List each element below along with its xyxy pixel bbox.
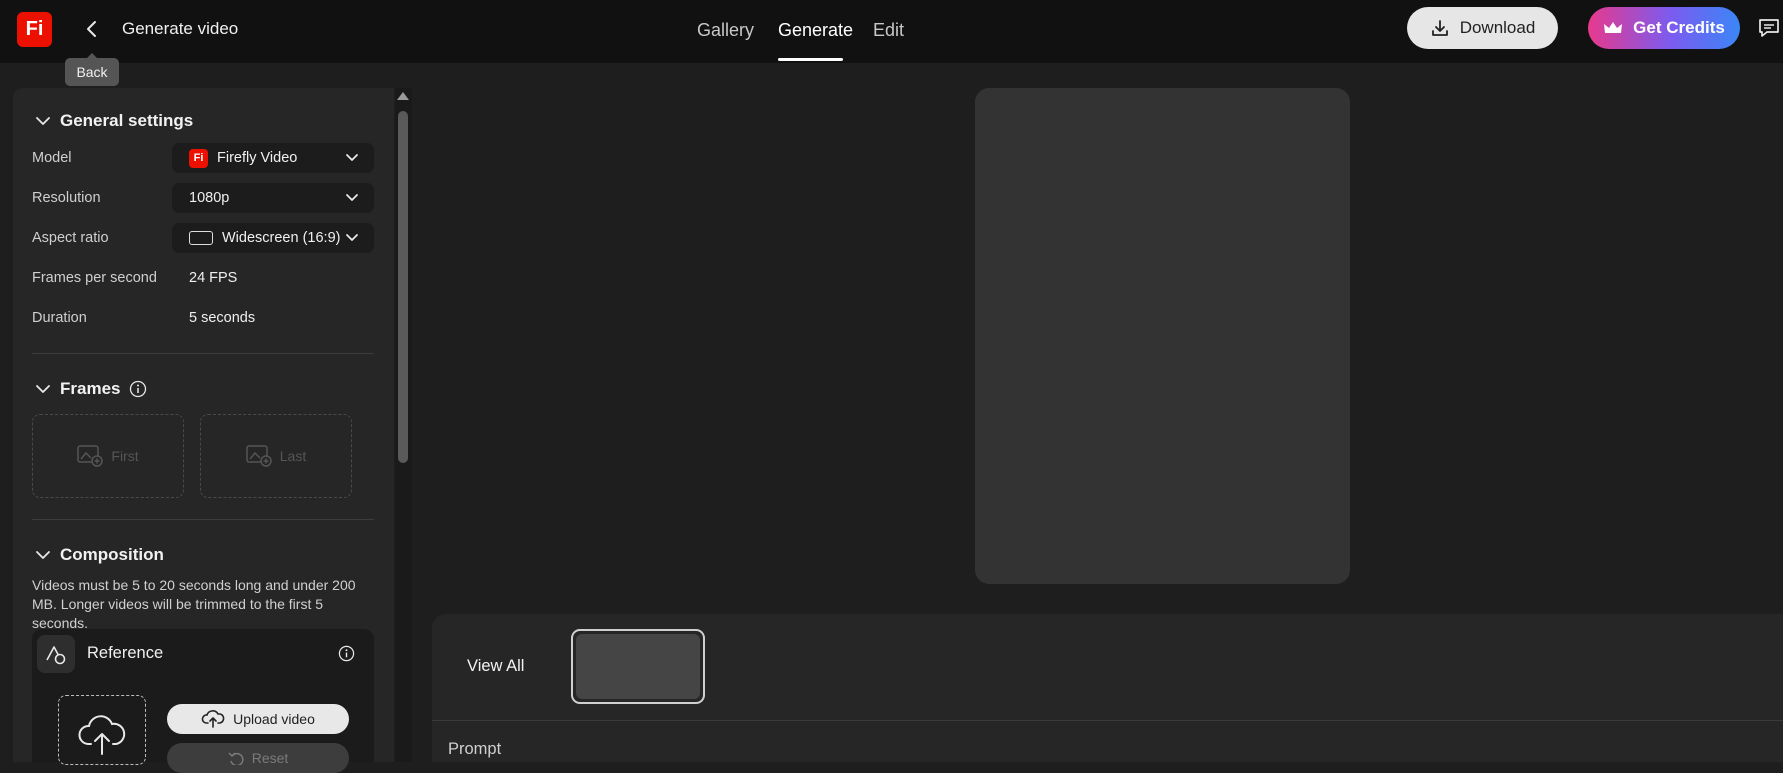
add-image-icon: [246, 445, 272, 467]
chevron-down-icon: [346, 234, 358, 241]
resolution-value: 1080p: [189, 190, 230, 206]
composition-title: Composition: [60, 545, 164, 564]
download-label: Download: [1459, 18, 1536, 37]
scrollbar-thumb[interactable]: [398, 111, 408, 463]
reset-button[interactable]: Reset: [167, 743, 349, 773]
general-settings-title: General settings: [60, 111, 194, 130]
shapes-icon: [46, 646, 66, 665]
upload-video-label: Upload video: [233, 711, 315, 727]
back-button[interactable]: [80, 17, 104, 41]
view-all-link[interactable]: View All: [467, 657, 524, 676]
video-upload-dropzone[interactable]: [58, 695, 146, 765]
reference-icon-box: [37, 635, 75, 673]
upload-video-button[interactable]: Upload video: [167, 704, 349, 734]
frames-header[interactable]: Frames: [35, 379, 147, 399]
undo-icon: [228, 752, 244, 765]
tab-edit[interactable]: Edit: [873, 20, 904, 41]
duration-value: 5 seconds: [189, 310, 256, 326]
chevron-down-icon: [36, 117, 50, 125]
first-frame-label: First: [111, 448, 139, 464]
tab-generate[interactable]: Generate: [778, 20, 853, 41]
reference-title: Reference: [87, 644, 164, 662]
page-title: Generate video: [122, 19, 239, 38]
model-select[interactable]: Fi Firefly Video: [172, 143, 374, 173]
fps-label: Frames per second: [32, 270, 157, 286]
last-frame-label: Last: [279, 448, 307, 464]
info-icon[interactable]: [129, 380, 147, 398]
resolution-select[interactable]: 1080p: [172, 183, 374, 213]
cloud-upload-icon: [201, 710, 225, 728]
download-icon: [1431, 20, 1448, 36]
widescreen-icon: [189, 231, 213, 245]
back-tooltip: Back: [65, 53, 119, 86]
firefly-logo[interactable]: Fi: [17, 12, 52, 47]
chevron-down-icon: [36, 551, 50, 559]
thumbnail-image: [576, 634, 700, 699]
aspect-ratio-label: Aspect ratio: [32, 230, 109, 246]
video-preview-placeholder: [975, 88, 1350, 584]
chevron-down-icon: [346, 194, 358, 201]
model-label: Model: [32, 150, 72, 166]
generation-thumbnail[interactable]: [571, 629, 705, 704]
composition-description: Videos must be 5 to 20 seconds long and …: [32, 577, 356, 631]
section-divider: [32, 353, 374, 354]
reset-label: Reset: [251, 750, 289, 766]
info-icon[interactable]: [338, 645, 355, 662]
active-tab-indicator: [778, 58, 843, 61]
bottom-divider: [432, 720, 1783, 721]
chevron-down-icon: [36, 385, 50, 393]
cloud-upload-icon: [78, 715, 126, 755]
resolution-label: Resolution: [32, 190, 101, 206]
prompt-label: Prompt: [448, 740, 502, 758]
get-credits-button[interactable]: Get Credits: [1588, 7, 1740, 49]
aspect-ratio-value: Widescreen (16:9): [222, 230, 341, 246]
firefly-model-icon: Fi: [189, 148, 208, 168]
last-frame-dropzone[interactable]: Last: [200, 414, 352, 498]
tab-gallery[interactable]: Gallery: [697, 20, 754, 41]
duration-label: Duration: [32, 310, 87, 326]
add-image-icon: [77, 445, 104, 467]
get-credits-label: Get Credits: [1633, 18, 1725, 37]
composition-header[interactable]: Composition: [35, 545, 164, 565]
scroll-up-arrow[interactable]: [397, 92, 409, 100]
chevron-left-icon: [87, 21, 96, 37]
frames-title: Frames: [60, 379, 121, 398]
download-button[interactable]: Download: [1407, 7, 1558, 49]
feedback-icon[interactable]: [1757, 16, 1781, 40]
fps-value: 24 FPS: [189, 270, 238, 286]
chevron-down-icon: [346, 154, 358, 161]
model-value: Firefly Video: [217, 150, 298, 166]
section-divider: [32, 519, 374, 520]
crown-icon: [1604, 22, 1623, 33]
aspect-ratio-select[interactable]: Widescreen (16:9): [172, 223, 374, 253]
general-settings-header[interactable]: General settings: [35, 111, 193, 131]
first-frame-dropzone[interactable]: First: [32, 414, 184, 498]
